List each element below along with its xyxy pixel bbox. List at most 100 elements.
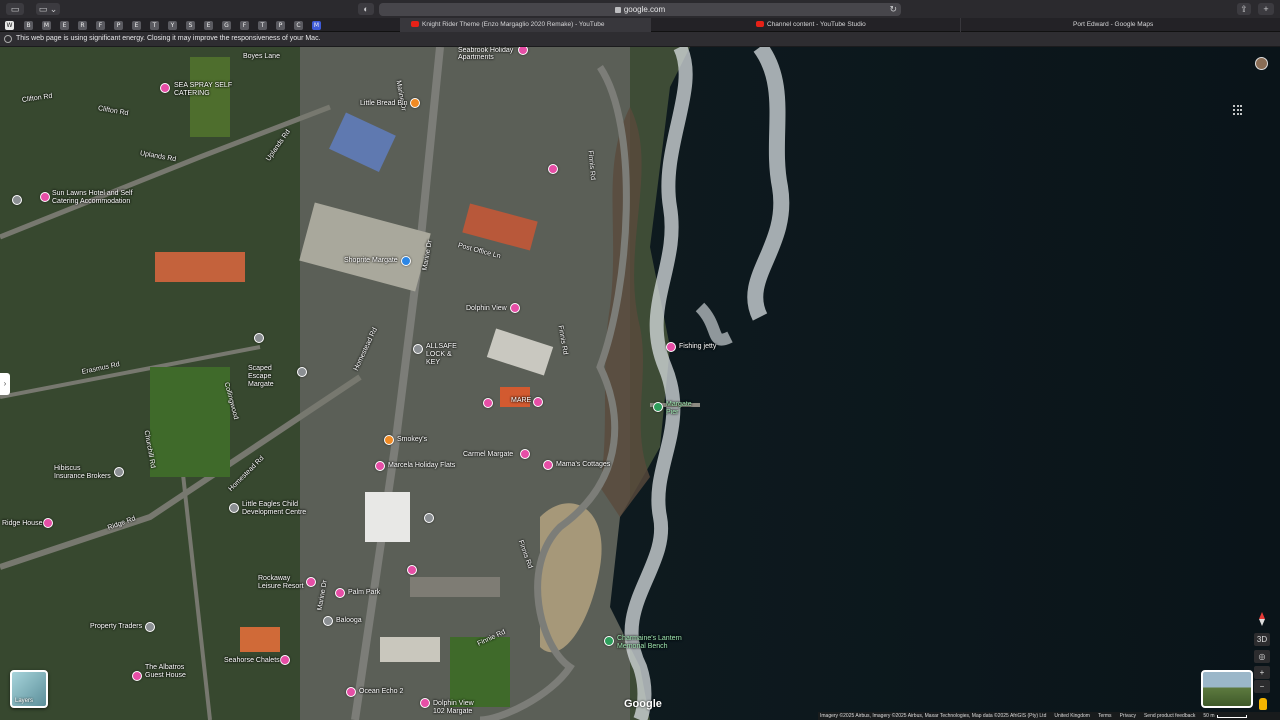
- tab-overview-button[interactable]: ▭ ⌄: [36, 3, 60, 15]
- pinned-tab-icon[interactable]: P: [276, 21, 285, 30]
- place-label[interactable]: Dolphin View 102 Margate: [433, 700, 479, 716]
- place-pin[interactable]: [335, 588, 345, 598]
- pinned-tab-icon[interactable]: M: [42, 21, 51, 30]
- place-pin[interactable]: [407, 565, 417, 575]
- place-pin[interactable]: [424, 513, 434, 523]
- place-label[interactable]: Property Traders: [90, 623, 142, 630]
- place-pin[interactable]: [280, 655, 290, 665]
- pinned-tab-icon[interactable]: T: [150, 21, 159, 30]
- place-pin[interactable]: [510, 303, 520, 313]
- view-3d-button[interactable]: 3D: [1254, 633, 1270, 646]
- place-pin[interactable]: [43, 518, 53, 528]
- place-pin[interactable]: [40, 192, 50, 202]
- pinned-tab-icon[interactable]: F: [96, 21, 105, 30]
- pinned-tab-icon[interactable]: B: [24, 21, 33, 30]
- place-label[interactable]: Sun Lawns Hotel and Self Catering Accomm…: [52, 190, 142, 206]
- street-view-thumbnail[interactable]: [1201, 670, 1253, 708]
- tab-knight-rider[interactable]: Knight Rider Theme (Enzo Margaglio 2020 …: [400, 18, 650, 32]
- place-pin[interactable]: [160, 83, 170, 93]
- collapse-side-panel-button[interactable]: ›: [0, 373, 10, 395]
- place-label[interactable]: Ocean Echo 2: [359, 688, 403, 695]
- pinned-tab-icon[interactable]: E: [204, 21, 213, 30]
- shop-pin[interactable]: [401, 256, 411, 266]
- new-tab-button[interactable]: +: [1258, 3, 1274, 15]
- pinned-tab-icon[interactable]: R: [78, 21, 87, 30]
- place-label[interactable]: Scaped Escape Margate: [248, 365, 296, 389]
- place-label[interactable]: Ridge House: [2, 520, 42, 527]
- pinned-tab-icon[interactable]: E: [132, 21, 141, 30]
- place-pin[interactable]: [413, 344, 423, 354]
- place-pin[interactable]: [114, 467, 124, 477]
- place-pin[interactable]: [533, 397, 543, 407]
- place-pin[interactable]: [420, 698, 430, 708]
- place-label[interactable]: Fishing jetty: [679, 343, 716, 350]
- account-avatar[interactable]: [1255, 57, 1268, 70]
- privacy-report-icon[interactable]: ◐: [358, 3, 374, 15]
- place-label[interactable]: MARE: [511, 397, 531, 404]
- place-pin[interactable]: [323, 616, 333, 626]
- place-label[interactable]: Carmel Margate: [463, 451, 513, 458]
- pinned-tab-icon[interactable]: P: [114, 21, 123, 30]
- place-pin[interactable]: [306, 577, 316, 587]
- pinned-tab-icon[interactable]: F: [240, 21, 249, 30]
- tab-google-maps[interactable]: Port Edward - Google Maps: [960, 18, 1280, 32]
- region-link[interactable]: United Kingdom: [1054, 712, 1090, 720]
- place-label[interactable]: Seabrook Holiday Apartments: [458, 47, 528, 61]
- place-label[interactable]: Margate Pier: [666, 401, 706, 417]
- terms-link[interactable]: Terms: [1098, 712, 1112, 720]
- feedback-link[interactable]: Send product feedback: [1144, 712, 1195, 720]
- compass-icon[interactable]: [1256, 612, 1268, 626]
- pinned-tab-icon[interactable]: E: [60, 21, 69, 30]
- place-label[interactable]: Dolphin View: [466, 305, 507, 312]
- reload-icon[interactable]: ↻: [889, 3, 897, 16]
- place-label[interactable]: Palm Park: [348, 589, 380, 596]
- tab-youtube-studio[interactable]: Channel content - YouTube Studio: [650, 18, 960, 32]
- scale-bar[interactable]: 50 m: [1203, 712, 1247, 720]
- place-pin[interactable]: [145, 622, 155, 632]
- place-label[interactable]: Little Eagles Child Development Centre: [242, 501, 322, 517]
- place-pin[interactable]: [12, 195, 22, 205]
- place-label[interactable]: Mama's Cottages: [556, 461, 610, 468]
- pinned-tab-icon[interactable]: M: [312, 21, 321, 30]
- pinned-tab-icon[interactable]: Y: [168, 21, 177, 30]
- place-pin[interactable]: [297, 367, 307, 377]
- place-label[interactable]: Charmaine's Lantern Memorial Bench: [617, 635, 685, 651]
- street-view-pegman-icon[interactable]: [1259, 698, 1267, 710]
- place-label[interactable]: SEA SPRAY SELF CATERING: [174, 82, 234, 98]
- layers-button[interactable]: Layers: [10, 670, 48, 708]
- zoom-out-button[interactable]: −: [1254, 680, 1270, 693]
- place-label[interactable]: ALLSAFE LOCK & KEY: [426, 343, 466, 367]
- place-label[interactable]: Marcela Holiday Flats: [388, 462, 455, 469]
- place-label[interactable]: Rockaway Leisure Resort: [258, 575, 306, 591]
- place-label[interactable]: Seahorse Chalets: [224, 657, 280, 664]
- place-label[interactable]: Smokey's: [397, 436, 427, 443]
- restaurant-pin[interactable]: [410, 98, 420, 108]
- place-pin[interactable]: [543, 460, 553, 470]
- place-label[interactable]: Little Bread Bin: [360, 100, 407, 107]
- pinned-tab-icon[interactable]: G: [222, 21, 231, 30]
- restaurant-pin[interactable]: [384, 435, 394, 445]
- pinned-tab-icon[interactable]: C: [294, 21, 303, 30]
- place-label[interactable]: Balooga: [336, 617, 362, 624]
- share-button[interactable]: ⇪: [1237, 3, 1251, 15]
- pinned-tab-icon[interactable]: T: [258, 21, 267, 30]
- privacy-link[interactable]: Privacy: [1120, 712, 1136, 720]
- attraction-pin[interactable]: [653, 402, 663, 412]
- place-label[interactable]: The Albatros Guest House: [145, 664, 193, 680]
- place-pin[interactable]: [548, 164, 558, 174]
- place-label[interactable]: Hibiscus Insurance Brokers: [54, 465, 112, 481]
- place-pin[interactable]: [229, 503, 239, 513]
- place-pin[interactable]: [666, 342, 676, 352]
- place-pin[interactable]: [520, 449, 530, 459]
- place-label[interactable]: Shoprite Margate: [344, 257, 398, 264]
- satellite-map[interactable]: Boyes Lane Clifton Rd Clifton Rd Uplands…: [0, 47, 1280, 720]
- zoom-in-button[interactable]: +: [1254, 666, 1270, 679]
- place-pin[interactable]: [132, 671, 142, 681]
- address-bar[interactable]: google.com ↻: [379, 3, 901, 16]
- place-pin[interactable]: [254, 333, 264, 343]
- pinned-tab-icon[interactable]: W: [5, 21, 14, 30]
- place-pin[interactable]: [346, 687, 356, 697]
- google-apps-icon[interactable]: [1233, 105, 1243, 115]
- sidebar-toggle-button[interactable]: ▭: [6, 3, 24, 15]
- attraction-pin[interactable]: [604, 636, 614, 646]
